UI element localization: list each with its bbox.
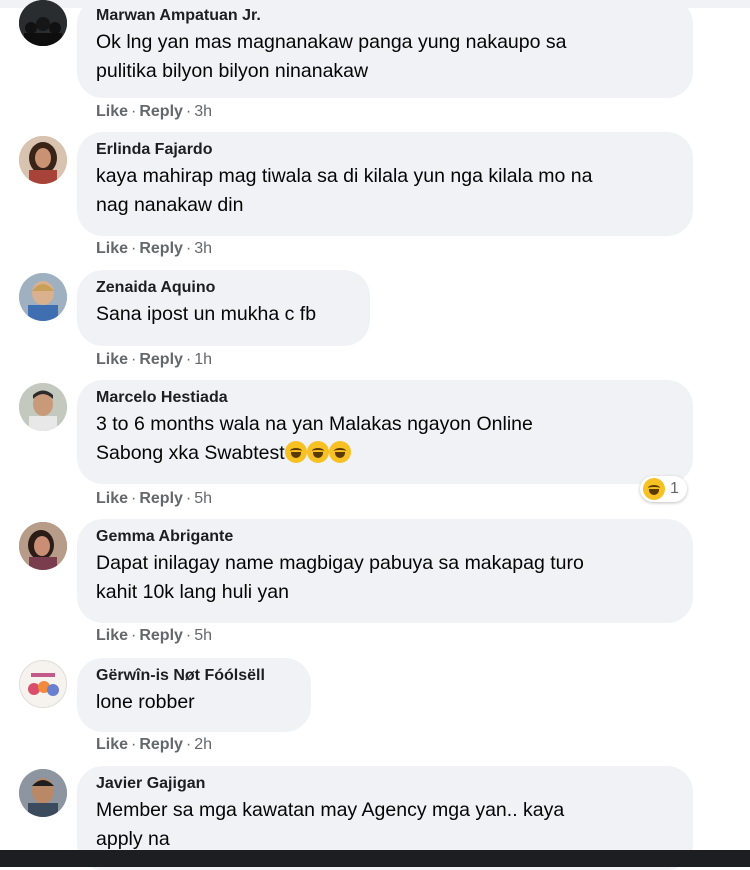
comment-actions: Like · Reply · 3h bbox=[96, 240, 213, 257]
reply-link[interactable]: Reply bbox=[139, 103, 183, 120]
avatar-image bbox=[19, 273, 67, 321]
like-link[interactable]: Like bbox=[96, 351, 128, 368]
avatar-image bbox=[19, 136, 67, 184]
comment-text-line: nag nanakaw din bbox=[96, 194, 244, 216]
laughing-tears-emoji-icon bbox=[643, 478, 665, 500]
taskbar bbox=[0, 850, 750, 867]
comment-text-line: Member sa mga kawatan may Agency mga yan… bbox=[96, 799, 565, 821]
laughing-tears-emoji-icon bbox=[306, 441, 329, 463]
reply-link[interactable]: Reply bbox=[139, 490, 183, 507]
comment-text-line: kaya mahirap mag tiwala sa di kilala yun… bbox=[96, 165, 593, 187]
comment-text-line: 3 to 6 months wala na yan Malakas ngayon… bbox=[96, 413, 533, 435]
comment-bubble: Gërwîn-is Nøt Fóólsëll lone robber bbox=[77, 658, 311, 732]
comment-actions: Like · Reply · 3h bbox=[96, 103, 213, 120]
reply-link[interactable]: Reply bbox=[139, 736, 183, 753]
comment-bubble: Gemma Abrigante Dapat inilagay name magb… bbox=[77, 519, 693, 623]
comment-text-line: pulitika bilyon bilyon ninanakaw bbox=[96, 60, 369, 82]
avatar-image bbox=[19, 383, 67, 431]
avatar[interactable] bbox=[19, 769, 67, 817]
reply-link[interactable]: Reply bbox=[139, 627, 183, 644]
avatar[interactable] bbox=[19, 273, 67, 321]
comment-author[interactable]: Marwan Ampatuan Jr. bbox=[96, 6, 674, 26]
avatar[interactable] bbox=[19, 660, 67, 708]
comment-bubble: Marcelo Hestiada 3 to 6 months wala na y… bbox=[77, 380, 693, 484]
avatar[interactable] bbox=[19, 0, 67, 46]
laughing-tears-emoji-icon bbox=[328, 441, 351, 463]
comment-bubble: Erlinda Fajardo kaya mahirap mag tiwala … bbox=[77, 132, 693, 236]
comment-bubble: Marwan Ampatuan Jr. Ok lng yan mas magna… bbox=[77, 0, 693, 98]
avatar-image bbox=[19, 769, 67, 817]
comment-time[interactable]: 2h bbox=[194, 736, 212, 753]
comment-actions: Like · Reply · 5h bbox=[96, 627, 213, 644]
comment-author[interactable]: Zenaida Aquino bbox=[96, 278, 351, 298]
comment-text-line: Ok lng yan mas magnanakaw panga yung nak… bbox=[96, 31, 567, 53]
comment-text-line: Dapat inilagay name magbigay pabuya sa m… bbox=[96, 552, 584, 574]
comment-time[interactable]: 3h bbox=[194, 240, 212, 257]
comment-text-fragment: Sabong xka Swabtest bbox=[96, 442, 285, 464]
comment-actions: Like · Reply · 1h bbox=[96, 351, 213, 368]
comment-time[interactable]: 5h bbox=[194, 490, 212, 507]
comment-actions: Like · Reply · 5h bbox=[96, 490, 213, 507]
avatar-image bbox=[19, 0, 67, 46]
reply-link[interactable]: Reply bbox=[139, 240, 183, 257]
comment-actions: Like · Reply · 2h bbox=[96, 736, 213, 753]
comment-time[interactable]: 5h bbox=[194, 627, 212, 644]
like-link[interactable]: Like bbox=[96, 736, 128, 753]
laughing-tears-emoji-icon bbox=[284, 441, 307, 463]
like-link[interactable]: Like bbox=[96, 240, 128, 257]
avatar[interactable] bbox=[19, 383, 67, 431]
like-link[interactable]: Like bbox=[96, 627, 128, 644]
comment-author[interactable]: Gërwîn-is Nøt Fóólsëll bbox=[96, 666, 292, 686]
comment-text-line: Sana ipost un mukha c fb bbox=[96, 303, 317, 325]
reaction-badge[interactable]: 1 bbox=[640, 476, 687, 502]
comment-author[interactable]: Gemma Abrigante bbox=[96, 527, 674, 547]
comment-author[interactable]: Javier Gajigan bbox=[96, 774, 674, 794]
reaction-count: 1 bbox=[670, 480, 679, 497]
comment-time[interactable]: 1h bbox=[194, 351, 212, 368]
reply-link[interactable]: Reply bbox=[139, 351, 183, 368]
comment-time[interactable]: 3h bbox=[194, 103, 212, 120]
avatar[interactable] bbox=[19, 136, 67, 184]
avatar-image bbox=[20, 661, 66, 707]
comment-text-line: Sabong xka Swabtest bbox=[96, 439, 674, 468]
comment-bubble: Zenaida Aquino Sana ipost un mukha c fb bbox=[77, 270, 370, 346]
like-link[interactable]: Like bbox=[96, 490, 128, 507]
avatar[interactable] bbox=[19, 522, 67, 570]
comment-text-line: lone robber bbox=[96, 691, 195, 713]
avatar-image bbox=[19, 522, 67, 570]
comment-author[interactable]: Erlinda Fajardo bbox=[96, 140, 674, 160]
comment-author[interactable]: Marcelo Hestiada bbox=[96, 388, 674, 408]
comment-text-line: kahit 10k lang huli yan bbox=[96, 581, 289, 603]
like-link[interactable]: Like bbox=[96, 103, 128, 120]
